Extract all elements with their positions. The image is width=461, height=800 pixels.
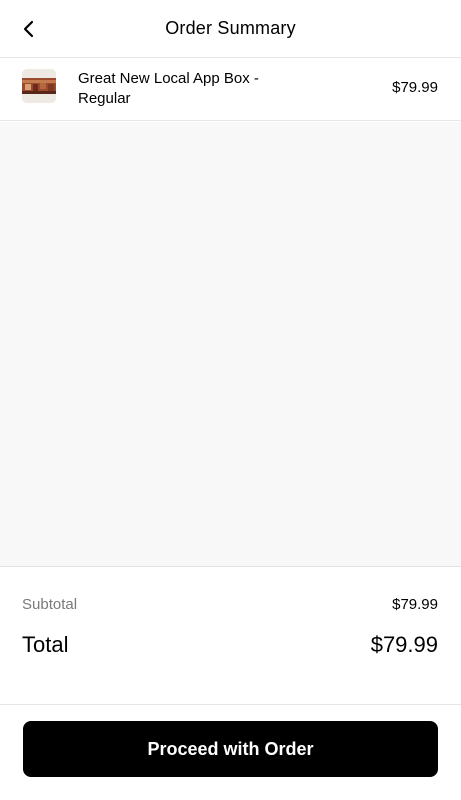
header-bar: Order Summary [0,0,461,58]
subtotal-value: $79.99 [392,596,438,613]
item-price: $79.99 [392,79,438,96]
subtotal-label: Subtotal [22,596,78,613]
back-button[interactable] [22,15,56,43]
page-title: Order Summary [165,18,296,38]
food-box-photo [22,69,56,103]
order-summary-screen: Order Summary Great New Local App Box - … [0,0,461,800]
item-name: Great New Local App Box - Regular [78,70,259,107]
total-label: Total [22,632,69,657]
chevron-left-icon [23,20,34,38]
order-item-row[interactable]: Great New Local App Box - Regular $79.99 [0,58,461,121]
item-thumbnail [22,69,56,103]
order-totals: Subtotal $79.99 Total $79.99 [0,568,461,704]
footer-divider [0,704,461,705]
proceed-with-order-button[interactable]: Proceed with Order [23,721,438,777]
total-value: $79.99 [370,632,438,657]
empty-content-area [0,122,461,567]
